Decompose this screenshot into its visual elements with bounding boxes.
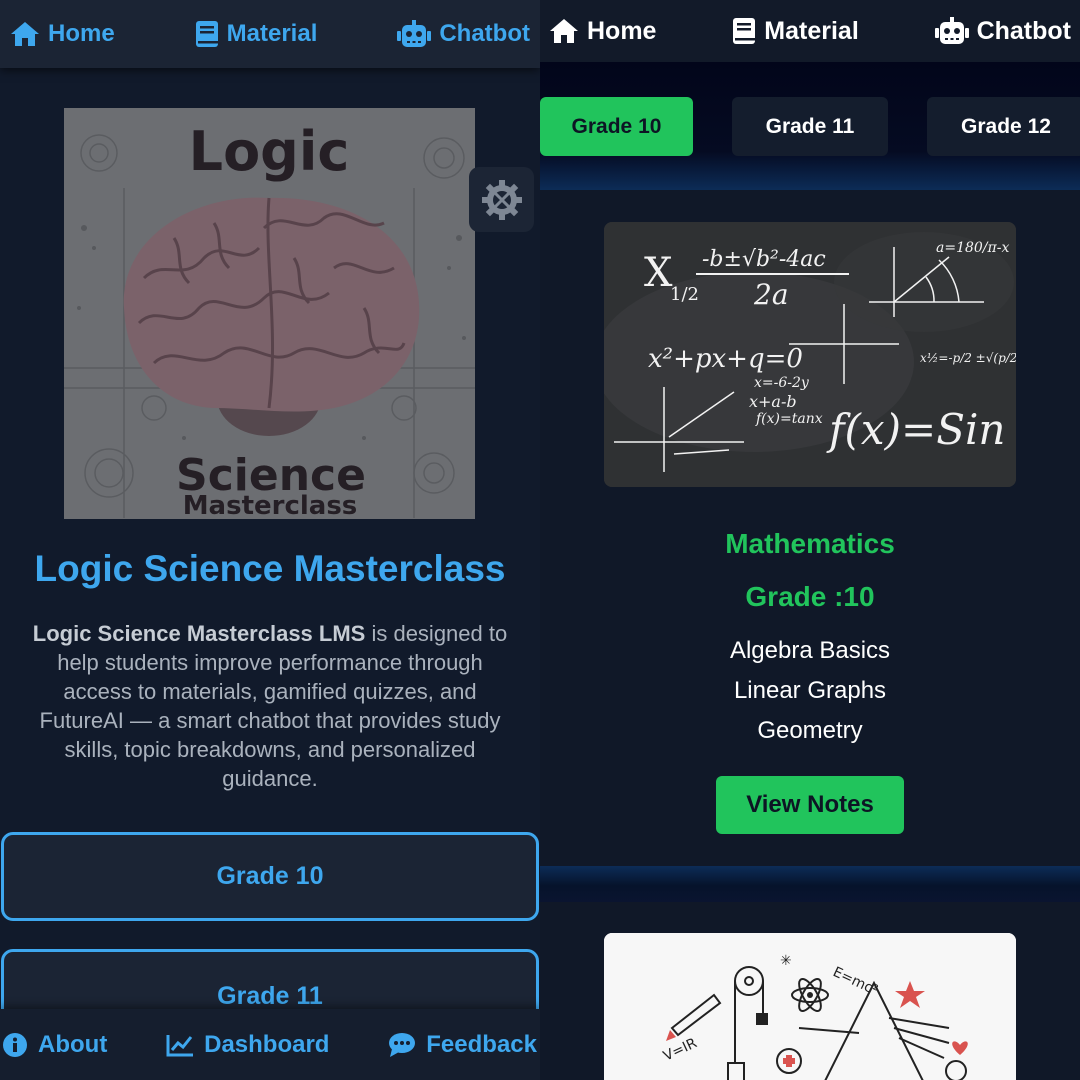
- chalk-small-1: x=-6-2y: [754, 375, 810, 391]
- view-notes-button[interactable]: View Notes: [716, 776, 904, 834]
- topic-item: Algebra Basics: [729, 637, 891, 664]
- tab-grade-10[interactable]: Grade 10: [540, 97, 693, 156]
- chalk-small-2: x+a-b: [749, 392, 797, 411]
- course-logo-image: Logic Science Masterclass: [64, 108, 475, 519]
- intro-description: Logic Science Masterclass LMS is designe…: [22, 619, 518, 793]
- chalk-poly: x²+px+q=0: [648, 344, 803, 374]
- chalk-fx: f(x)=Sin x: [826, 405, 1016, 454]
- svg-text:✳: ✳: [780, 953, 792, 969]
- topic-item: Linear Graphs: [733, 677, 887, 704]
- nav-dashboard-label: Dashboard: [204, 1030, 330, 1058]
- chalk-quadratic-num: -b±√b²-4ac: [702, 247, 826, 272]
- nav-about-label: About: [38, 1030, 108, 1058]
- nav-about[interactable]: About: [2, 1031, 107, 1059]
- top-nav: Home Material Chatbot: [0, 0, 540, 68]
- nav-feedback-label: Feedback: [426, 1030, 537, 1058]
- home-icon: [550, 19, 578, 43]
- nav-material-label: Material: [764, 16, 859, 45]
- top-nav: Home Material Chatbot: [540, 0, 1080, 62]
- nav-material[interactable]: Material: [732, 16, 859, 46]
- nav-chatbot-label: Chatbot: [439, 20, 530, 47]
- bottom-nav: About Dashboard Feedback: [0, 1009, 540, 1080]
- course-subject: Mathematics: [725, 528, 895, 559]
- nav-material[interactable]: Material: [195, 20, 318, 48]
- book-icon: [195, 21, 218, 47]
- home-icon: [11, 22, 39, 46]
- nav-material-label: Material: [226, 20, 318, 47]
- chalk-quadratic-den: 2a: [753, 278, 789, 311]
- robot-icon: [934, 17, 969, 44]
- nav-home[interactable]: Home: [10, 20, 115, 48]
- nav-chatbot[interactable]: Chatbot: [397, 20, 530, 48]
- topic-list: Algebra Basics Linear Graphs Geometry: [540, 631, 1080, 751]
- chat-bubble-icon: [389, 1032, 416, 1057]
- tab-grade-12[interactable]: Grade 12: [927, 97, 1080, 156]
- info-icon: [3, 1032, 27, 1057]
- intro-description-bold: Logic Science Masterclass LMS: [32, 621, 366, 646]
- page-title: Logic Science Masterclass: [34, 548, 506, 589]
- nav-home-label: Home: [48, 20, 115, 47]
- robot-icon: [397, 20, 432, 47]
- mathematics-card-image: X 1/2 -b±√b²-4ac 2a x²+px+q=0 x=-6-2y x+…: [604, 222, 1016, 487]
- left-panel: Home Material Chatbot Logic Science Mast…: [0, 0, 540, 1080]
- chart-line-icon: [166, 1034, 194, 1056]
- settings-button[interactable]: [469, 167, 534, 232]
- chalk-xhalf: x½=-p/2 ±√(p/2)²-q: [920, 351, 1016, 365]
- topic-item: Geometry: [757, 717, 863, 744]
- physics-card-image: E=mc² V=IR ✳: [604, 933, 1016, 1080]
- nav-dashboard[interactable]: Dashboard: [166, 1031, 329, 1059]
- section-divider: [540, 866, 1080, 902]
- grade-10-button[interactable]: Grade 10: [1, 832, 539, 921]
- nav-home-label: Home: [587, 16, 657, 45]
- chalk-small-3: f(x)=tanx: [755, 411, 823, 427]
- chalk-quadratic-x: X: [644, 250, 673, 296]
- nav-chatbot-label: Chatbot: [976, 16, 1071, 45]
- nav-chatbot[interactable]: Chatbot: [934, 16, 1071, 46]
- intro-description-text: is designed to help students improve per…: [39, 621, 508, 791]
- book-icon: [733, 18, 756, 44]
- chalk-quadratic-sub: 1/2: [670, 284, 699, 305]
- chalk-angle: a=180/π-x: [936, 240, 1009, 256]
- course-grade: Grade :10: [745, 581, 875, 612]
- right-panel: Home Material Chatbot Grade 10 Grade 11 …: [540, 0, 1080, 1080]
- tab-grade-11[interactable]: Grade 11: [732, 97, 888, 156]
- gear-wrench-icon: [481, 179, 522, 220]
- nav-home[interactable]: Home: [549, 17, 656, 46]
- nav-feedback[interactable]: Feedback: [388, 1031, 537, 1059]
